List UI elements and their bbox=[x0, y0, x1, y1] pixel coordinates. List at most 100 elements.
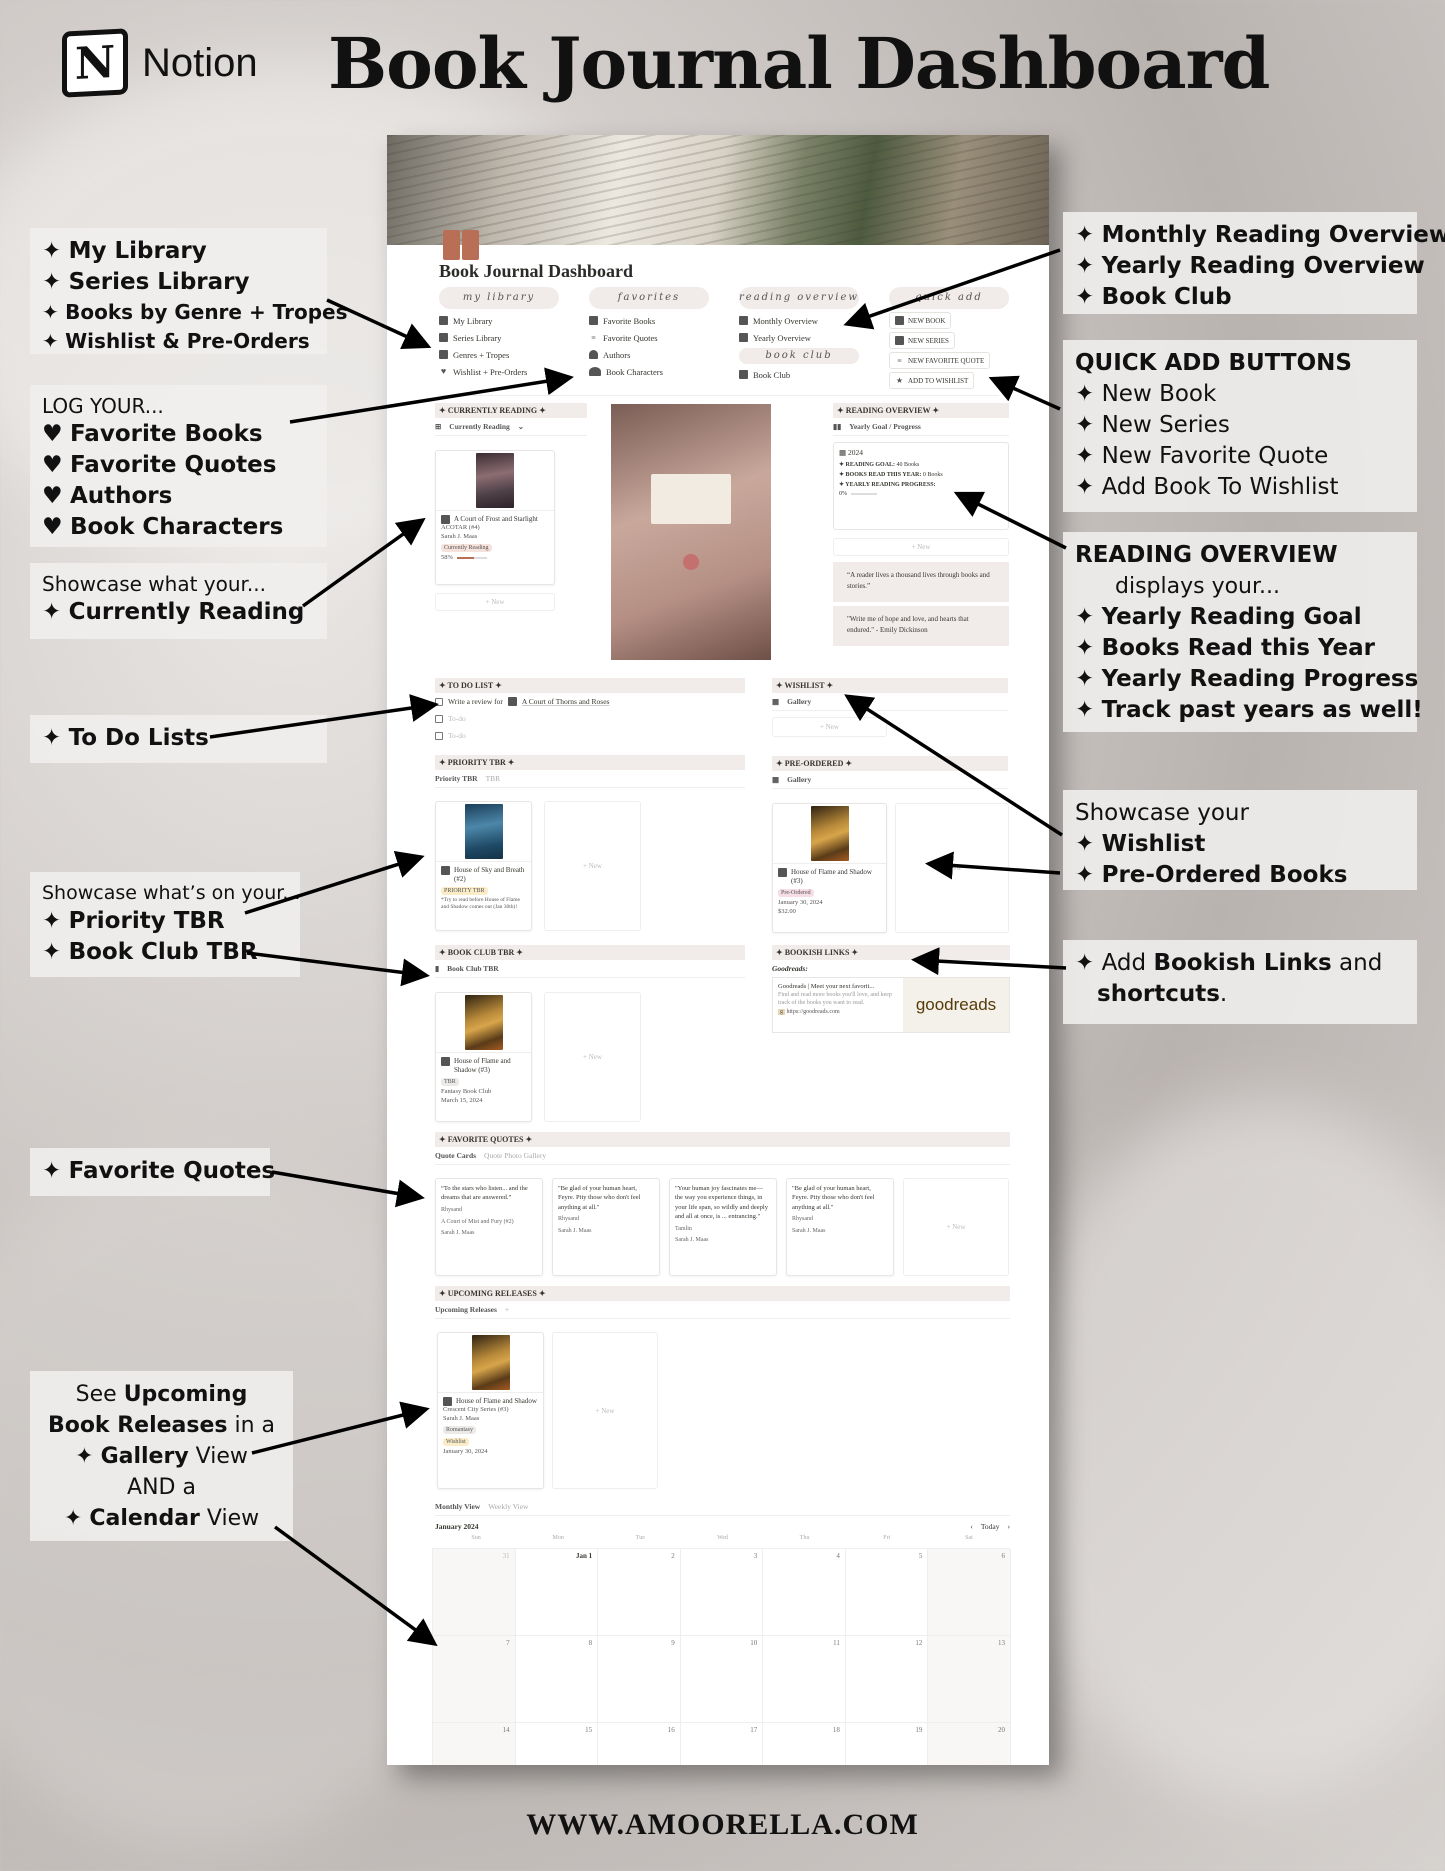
calendar-day-cell[interactable]: 19 bbox=[846, 1723, 929, 1765]
sparkle-icon: ✦ bbox=[1075, 222, 1102, 248]
new-favorite-quote-button[interactable]: ≡ NEW FAVORITE QUOTE bbox=[889, 352, 991, 369]
bookish-links-section: ✦ BOOKISH LINKS ✦ Goodreads: Goodreads |… bbox=[772, 945, 1010, 1033]
nav-link-book-club[interactable]: Book Club bbox=[739, 366, 859, 383]
tab-monthly-view[interactable]: Monthly View bbox=[435, 1498, 480, 1515]
nav-link-my-library[interactable]: My Library bbox=[439, 312, 559, 329]
new-button[interactable]: + New bbox=[544, 801, 641, 931]
book-card[interactable]: House of Flame and Shadow (#3) TBR Fanta… bbox=[435, 992, 532, 1122]
book-card[interactable]: House of Sky and Breath (#2) PRIORITY TB… bbox=[435, 801, 532, 931]
yearly-goal-card[interactable]: ▦ 2024 ✦ READING GOAL: 40 Books ✦ BOOKS … bbox=[833, 442, 1009, 530]
new-button[interactable]: + New bbox=[833, 538, 1009, 556]
nav-link-monthly-overview[interactable]: Monthly Overview bbox=[739, 312, 859, 329]
checkbox[interactable] bbox=[435, 731, 443, 740]
view-selector[interactable]: ▮ Book Club TBR bbox=[435, 960, 745, 978]
calendar-day-cell[interactable]: 18 bbox=[763, 1723, 846, 1765]
today-button[interactable]: Today bbox=[981, 1522, 1000, 1531]
view-selector[interactable]: ▦ Gallery bbox=[772, 771, 1008, 789]
tab-tbr[interactable]: TBR bbox=[486, 770, 501, 787]
tab-priority-tbr[interactable]: Priority TBR bbox=[435, 770, 478, 787]
calendar-day-cell[interactable]: 3 bbox=[680, 1549, 764, 1636]
add-view-button[interactable]: + bbox=[505, 1301, 509, 1318]
calendar-day-cell[interactable]: 5 bbox=[845, 1549, 929, 1636]
calendar-day-cell[interactable]: 17 bbox=[681, 1723, 764, 1765]
tab-upcoming-releases[interactable]: Upcoming Releases bbox=[435, 1301, 497, 1318]
nav-group-my-library: my library My Library Series Library Gen… bbox=[439, 287, 559, 380]
calendar-day-cell[interactable]: 8 bbox=[515, 1636, 599, 1723]
calendar-day-cell[interactable]: 9 bbox=[598, 1636, 681, 1723]
book-cover-image bbox=[464, 995, 503, 1050]
calendar-day-cell[interactable]: 14 bbox=[433, 1723, 516, 1765]
calendar-day-cell[interactable]: 11 bbox=[763, 1636, 846, 1723]
calendar-day-cell[interactable]: 4 bbox=[763, 1549, 846, 1636]
goodreads-favicon: g bbox=[778, 1008, 785, 1015]
new-button[interactable]: + New bbox=[895, 803, 1009, 933]
page-link[interactable]: A Court of Thorns and Roses bbox=[522, 697, 610, 706]
nav-link-series-library[interactable]: Series Library bbox=[439, 329, 559, 346]
quote-card[interactable]: "Your human joy fascinates me— the way y… bbox=[669, 1178, 777, 1276]
priority-badge: PRIORITY TBR bbox=[441, 886, 488, 895]
goodreads-bookmark[interactable]: Goodreads | Meet your next favorit... Fi… bbox=[772, 977, 1010, 1033]
view-selector[interactable]: ▮▮ Yearly Goal / Progress bbox=[833, 418, 1009, 436]
checkbox[interactable] bbox=[435, 714, 443, 723]
pill-book-club: book club bbox=[739, 348, 859, 364]
calendar-day-cell[interactable]: 12 bbox=[845, 1636, 929, 1723]
status-badge: Wishlist bbox=[443, 1438, 469, 1447]
calendar-day-cell[interactable]: 16 bbox=[598, 1723, 681, 1765]
book-icon bbox=[443, 1397, 452, 1406]
quote-icon: ≡ bbox=[897, 356, 902, 365]
book-card[interactable]: House of Flame and Shadow (#3) Pre-Order… bbox=[772, 803, 887, 933]
todo-item[interactable]: Write a review for A Court of Thorns and … bbox=[435, 693, 745, 710]
calendar-day-cell[interactable]: 15 bbox=[516, 1723, 599, 1765]
nav-link-favorite-quotes[interactable]: ≡ Favorite Quotes bbox=[589, 329, 709, 346]
quote-card[interactable]: "Be glad of your human heart, Feyre. Pit… bbox=[552, 1178, 660, 1276]
new-button[interactable]: + New bbox=[552, 1332, 658, 1489]
list-icon bbox=[439, 350, 448, 359]
section-heading: ✦ CURRENTLY READING ✦ bbox=[435, 403, 587, 418]
view-selector[interactable]: ▦ Gallery bbox=[772, 693, 1008, 711]
checkbox[interactable] bbox=[435, 697, 443, 706]
next-month-button[interactable]: › bbox=[1008, 1522, 1011, 1531]
weekday-label: Mon bbox=[552, 1535, 564, 1541]
calendar-day-cell[interactable]: 6 bbox=[928, 1549, 1011, 1636]
nav-link-authors[interactable]: Authors bbox=[589, 346, 709, 363]
sparkle-icon: ✦ bbox=[42, 908, 69, 934]
nav-link-wishlist-preorders[interactable]: ♥ Wishlist + Pre-Orders bbox=[439, 363, 559, 380]
tab-quote-photo-gallery[interactable]: Quote Photo Gallery bbox=[484, 1147, 546, 1164]
quote-card[interactable]: "Be glad of your human heart, Feyre. Pit… bbox=[786, 1178, 894, 1276]
new-series-button[interactable]: NEW SERIES bbox=[889, 332, 955, 349]
new-button[interactable]: + New bbox=[903, 1178, 1009, 1276]
book-card[interactable]: A Court of Frost and Starlight ACOTAR (#… bbox=[435, 450, 555, 585]
calendar-day-cell[interactable]: 31 bbox=[433, 1549, 516, 1636]
book-card[interactable]: House of Flame and Shadow Crescent City … bbox=[437, 1332, 544, 1489]
nav-link-favorite-books[interactable]: Favorite Books bbox=[589, 312, 709, 329]
new-button[interactable]: + New bbox=[772, 717, 887, 737]
calendar-day-cell[interactable]: Jan 1 bbox=[515, 1549, 599, 1636]
sparkle-icon: ✦ bbox=[1075, 635, 1102, 661]
quote-card[interactable]: “To the stars who listen... and the drea… bbox=[435, 1178, 543, 1276]
todo-item[interactable]: To-do bbox=[435, 727, 745, 744]
sparkle-icon: ✦ bbox=[42, 269, 69, 295]
calendar-day-cell[interactable]: 2 bbox=[598, 1549, 681, 1636]
book-cover-image bbox=[464, 804, 503, 859]
calendar-day-cell[interactable]: 20 bbox=[928, 1723, 1011, 1765]
sparkle-icon: ✦ bbox=[42, 1158, 69, 1184]
calendar-day-cell[interactable]: 7 bbox=[433, 1636, 516, 1723]
new-button[interactable]: + New bbox=[435, 593, 555, 611]
notion-logo-text: Notion bbox=[142, 40, 258, 85]
calendar-day-cell[interactable]: 13 bbox=[928, 1636, 1011, 1723]
new-button[interactable]: + New bbox=[544, 992, 641, 1122]
tab-quote-cards[interactable]: Quote Cards bbox=[435, 1147, 476, 1164]
nav-link-yearly-overview[interactable]: Yearly Overview bbox=[739, 329, 859, 346]
prev-month-button[interactable]: ‹ bbox=[970, 1522, 973, 1531]
nav-link-genres-tropes[interactable]: Genres + Tropes bbox=[439, 346, 559, 363]
view-selector[interactable]: ⊞ Currently Reading ⌄ bbox=[435, 418, 587, 436]
nav-link-book-characters[interactable]: Book Characters bbox=[589, 363, 709, 380]
todo-item[interactable]: To-do bbox=[435, 710, 745, 727]
progress-bar bbox=[851, 493, 877, 495]
tab-weekly-view[interactable]: Weekly View bbox=[488, 1498, 528, 1515]
callout-quick-add: QUICK ADD BUTTONS ✦ New Book ✦ New Serie… bbox=[1063, 340, 1417, 512]
new-book-button[interactable]: NEW BOOK bbox=[889, 312, 952, 329]
add-to-wishlist-button[interactable]: ★ ADD TO WISHLIST bbox=[889, 372, 975, 389]
calendar-day-cell[interactable]: 10 bbox=[680, 1636, 764, 1723]
heart-icon: ♥ bbox=[42, 421, 70, 447]
